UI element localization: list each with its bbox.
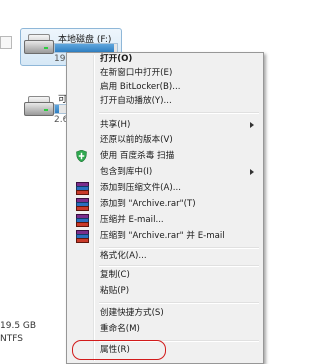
shield-icon	[76, 150, 87, 162]
winrar-icon	[76, 230, 89, 243]
winrar-icon	[76, 182, 89, 195]
menu-item-add-to-archive-rar[interactable]: 添加到 "Archive.rar"(T)	[70, 196, 260, 212]
removable-drive-icon	[24, 96, 54, 116]
properties-highlight-annotation	[72, 340, 166, 360]
winrar-icon	[76, 198, 89, 211]
menu-item-paste[interactable]: 粘贴(P)	[70, 283, 260, 299]
menu-item-compress-rar-email[interactable]: 压缩到 "Archive.rar" 并 E-mail	[70, 228, 260, 244]
menu-separator	[99, 302, 259, 304]
details-filesystem: NTFS	[0, 334, 23, 344]
menu-item-copy[interactable]: 复制(C)	[70, 267, 260, 283]
hard-drive-icon	[24, 34, 54, 54]
menu-item-share[interactable]: 共享(H)	[70, 117, 260, 133]
menu-item-autoplay[interactable]: 打开自动播放(Y)...	[70, 93, 260, 109]
submenu-arrow-icon	[250, 122, 254, 128]
submenu-arrow-icon	[250, 169, 254, 175]
menu-item-rename[interactable]: 重命名(M)	[70, 321, 260, 337]
menu-separator	[99, 112, 259, 114]
details-size: 19.5 GB	[0, 321, 37, 331]
menu-item-baidu-scan[interactable]: 使用 百度杀毒 扫描	[70, 148, 260, 164]
navigation-checkbox[interactable]	[0, 36, 12, 49]
menu-item-create-shortcut[interactable]: 创建快捷方式(S)	[70, 305, 260, 321]
menu-item-add-to-archive[interactable]: 添加到压缩文件(A)...	[70, 180, 260, 196]
menu-item-restore-previous[interactable]: 还原以前的版本(V)	[70, 132, 260, 148]
context-menu: 打开(O) 在新窗口中打开(E) 启用 BitLocker(B)... 打开自动…	[66, 52, 264, 364]
winrar-icon	[76, 214, 89, 227]
menu-item-format[interactable]: 格式化(A)...	[70, 248, 260, 264]
menu-item-include-in-library[interactable]: 包含到库中(I)	[70, 164, 260, 180]
menu-item-compress-email[interactable]: 压缩并 E-mail...	[70, 212, 260, 228]
